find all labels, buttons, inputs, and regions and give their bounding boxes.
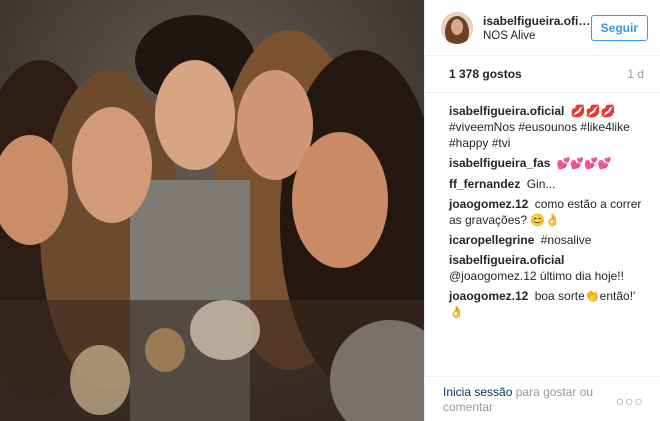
login-link[interactable]: Inicia sessão [443, 385, 512, 399]
comment-text: @joaogomez.12 último dia hoje!! [449, 269, 624, 283]
comment-item: joaogomez.12 como estão a correr as grav… [449, 196, 644, 228]
post-footer: Inicia sessão para gostar ou comentar ○○… [425, 376, 660, 415]
post-stats: 1 378 gostos 1 d [425, 56, 660, 92]
comment-text[interactable]: #nosalive [541, 233, 592, 247]
likes-count[interactable]: 1 378 gostos [449, 67, 522, 81]
comment-author[interactable]: joaogomez.12 [449, 289, 528, 303]
comment-item: isabelfigueira.oficial @joaogomez.12 últ… [449, 252, 644, 284]
follow-button[interactable]: Seguir [590, 14, 648, 41]
comment-item: joaogomez.12 boa sorte👏então!' 👌 [449, 288, 644, 320]
comment-author[interactable]: isabelfigueira.oficial [449, 253, 564, 267]
comment-author[interactable]: isabelfigueira_fas [449, 156, 550, 170]
avatar[interactable] [441, 11, 473, 44]
header-text: isabelfigueira.oficial NOS Alive [483, 14, 591, 42]
login-prompt: Inicia sessão para gostar ou comentar [443, 385, 613, 415]
comment-item: icaropellegrine #nosalive [449, 232, 644, 248]
comment-item: ff_fernandez Gin... [449, 176, 644, 192]
location-link[interactable]: NOS Alive [483, 30, 591, 42]
comment-item: isabelfigueira.oficial 💋💋💋#viveemNos #eu… [449, 103, 644, 151]
comment-author[interactable]: ff_fernandez [449, 177, 520, 191]
profile-picture-icon [441, 11, 473, 44]
comment-text: Gin... [526, 177, 556, 191]
more-options-icon[interactable]: ○○○ [616, 393, 644, 409]
comments-list: isabelfigueira.oficial 💋💋💋#viveemNos #eu… [425, 92, 660, 320]
group-selfie-image [0, 0, 424, 421]
post-time[interactable]: 1 d [627, 67, 644, 81]
comment-item: isabelfigueira_fas 💕💕💕💕 [449, 155, 644, 172]
comment-author[interactable]: icaropellegrine [449, 233, 534, 247]
comment-author[interactable]: joaogomez.12 [449, 197, 528, 211]
post-photo[interactable] [0, 0, 424, 421]
post-details-panel: isabelfigueira.oficial NOS Alive Seguir … [424, 0, 660, 421]
comment-author[interactable]: isabelfigueira.oficial [449, 104, 564, 118]
post-header: isabelfigueira.oficial NOS Alive Seguir [425, 0, 660, 56]
username-link[interactable]: isabelfigueira.oficial [483, 14, 591, 28]
comment-text: 💕💕💕💕 [556, 157, 612, 170]
